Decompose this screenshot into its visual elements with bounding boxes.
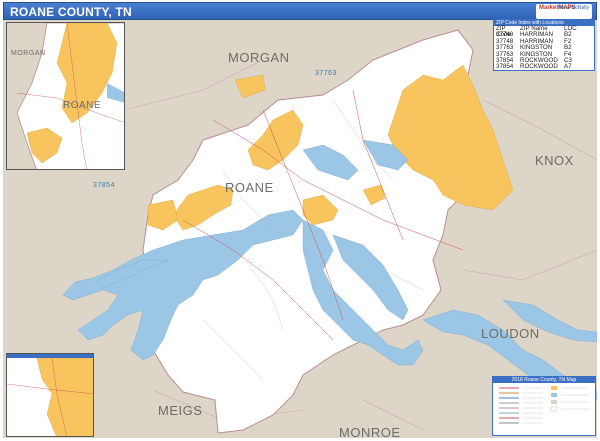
title-bar: ROANE COUNTY, TN MarketMAPS Rand McNally <box>3 2 597 20</box>
zip-cell-name: ROCKWOOD <box>520 63 558 71</box>
inset-map-top-left[interactable]: MORGAN ROANE <box>6 22 125 170</box>
county-label-morgan: MORGAN <box>228 50 290 65</box>
inset-bottom-left-bar <box>7 354 93 358</box>
legend-graphic <box>499 386 589 424</box>
county-label-roane: ROANE <box>225 180 274 195</box>
inset-top-left-graphic <box>7 23 124 169</box>
inset-label-roane: ROANE <box>63 100 102 111</box>
inset-map-bottom-left[interactable] <box>6 353 94 437</box>
map-legend: 2018 Roane County, TN Map <box>492 376 596 436</box>
zip-code-index: ZIP Code Index with Locations ZIP Code Z… <box>493 19 595 71</box>
inset-bottom-left-graphic <box>7 357 93 436</box>
county-label-knox: KNOX <box>535 153 574 168</box>
zip-label-37854: 37854 <box>93 182 115 189</box>
zip-cell-loc: A7 <box>564 63 572 71</box>
map-frame: ROANE COUNTY, TN MarketMAPS Rand McNally <box>0 0 600 441</box>
county-label-monroe: MONROE <box>339 425 401 438</box>
county-label-loudon: LOUDON <box>481 326 540 341</box>
county-label-meigs: MEIGS <box>158 403 203 418</box>
inset-label-morgan: MORGAN <box>11 50 46 57</box>
zip-cell-code: 37854 <box>496 63 514 71</box>
map-title: ROANE COUNTY, TN <box>10 5 132 19</box>
publisher-logo: MarketMAPS Rand McNally <box>536 4 592 19</box>
zip-table-row: 37854 ROCKWOOD A7 <box>494 63 594 71</box>
logo-subtext: Rand McNally <box>557 5 589 11</box>
zip-label-37763: 37763 <box>315 70 337 77</box>
